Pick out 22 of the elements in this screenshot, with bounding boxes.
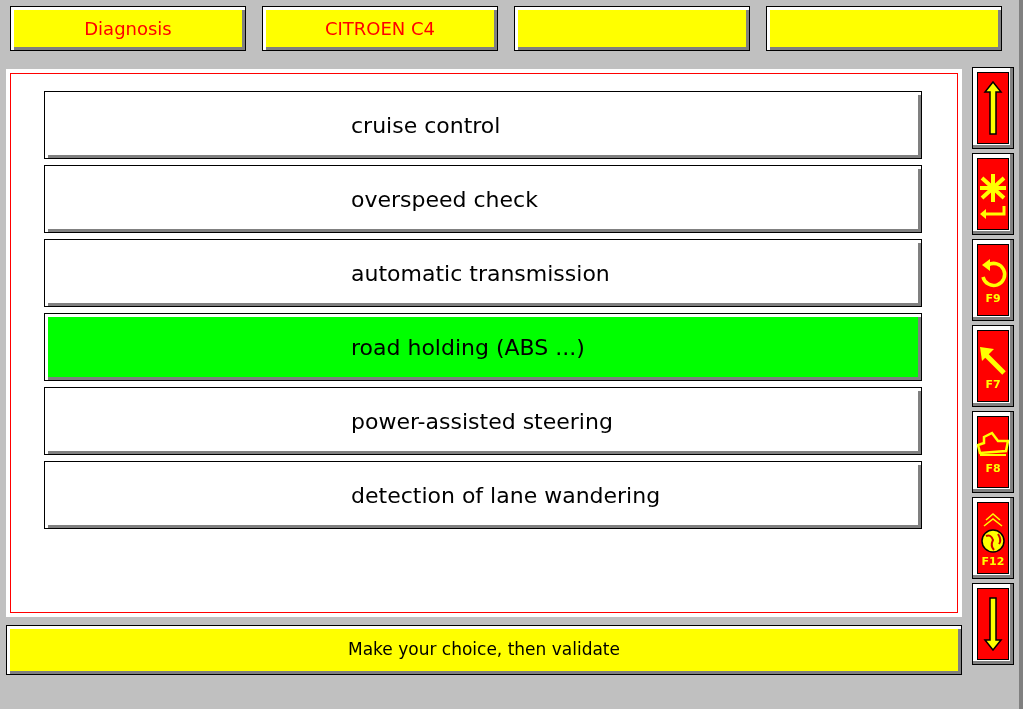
menu-item[interactable]: overspeed check (44, 165, 922, 233)
menu-item[interactable]: detection of lane wandering (44, 461, 922, 529)
side-button[interactable]: F9 (972, 239, 1014, 321)
side-button[interactable] (972, 583, 1014, 665)
key-label: F7 (985, 378, 1001, 390)
header-field: CITROEN C4 (262, 6, 498, 51)
header-field: Diagnosis (10, 6, 246, 51)
key-label: F9 (985, 292, 1001, 304)
menu-item[interactable]: road holding (ABS ...) (44, 313, 922, 381)
side-button[interactable]: F7 (972, 325, 1014, 407)
side-button[interactable] (972, 67, 1014, 149)
menu-item[interactable]: automatic transmission (44, 239, 922, 307)
key-label: F8 (985, 462, 1001, 474)
side-button[interactable]: F12 (972, 497, 1014, 579)
key-label: F12 (981, 555, 1005, 567)
up-arrow-icon (983, 80, 1003, 136)
status-bar: Make your choice, then validate (6, 625, 962, 675)
menu-item[interactable]: power-assisted steering (44, 387, 922, 455)
side-button[interactable] (972, 153, 1014, 235)
menu-item[interactable]: cruise control (44, 91, 922, 159)
side-button[interactable]: F8 (972, 411, 1014, 493)
down-arrow-icon (983, 596, 1003, 652)
